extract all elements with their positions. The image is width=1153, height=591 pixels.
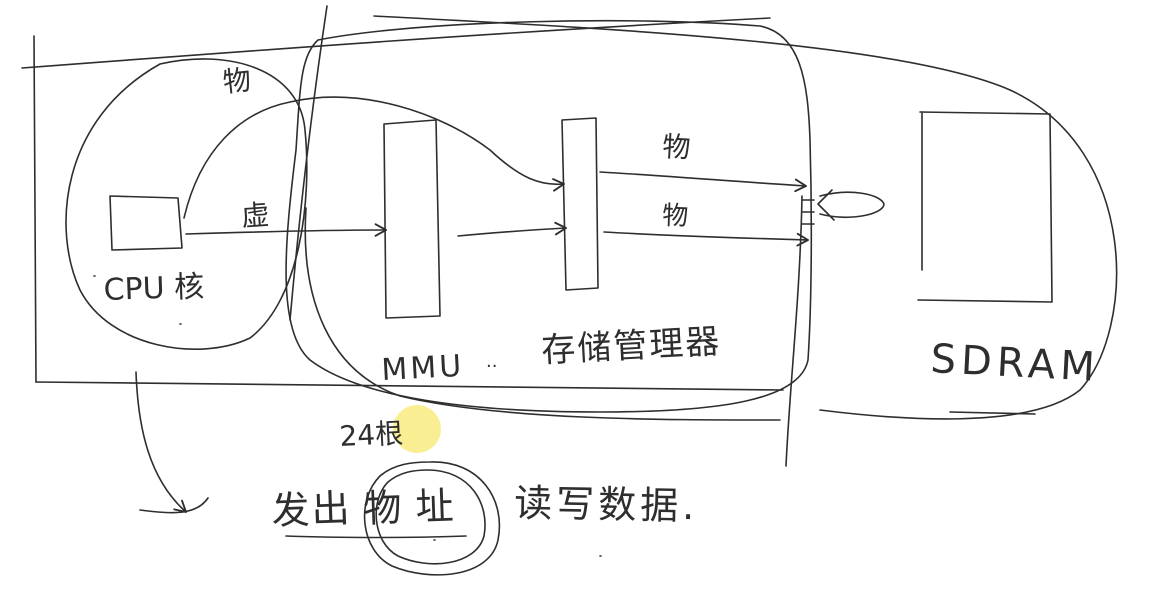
cpu-down-arrow — [135, 371, 187, 513]
cpu-core-box — [109, 195, 183, 251]
virtual-address-arrow — [185, 223, 387, 237]
label-sdram: SDRAM — [929, 336, 1100, 391]
address-underline — [285, 535, 467, 539]
cpu-core-outline — [65, 58, 308, 350]
label-storage-manager: 存储管理器 — [540, 322, 722, 371]
label-mmu-separator: ·· — [486, 356, 497, 377]
chip-boundary-left — [33, 35, 37, 383]
label-virtual: 虚 — [240, 198, 270, 233]
label-cpu-core: CPU 核 — [103, 270, 205, 308]
label-send: 发出 — [271, 486, 353, 533]
storage-manager-box — [561, 117, 599, 291]
chip-boundary-top — [21, 17, 771, 69]
label-bit-count: 24根 — [339, 417, 404, 453]
label-physical-upper: 物 — [662, 130, 692, 164]
label-read-write-data: 读写数据. — [514, 481, 699, 528]
physical-arrow-top — [599, 171, 807, 193]
sdram-box — [917, 111, 1053, 303]
sketch-canvas: CPU 核 虚 物 物 物 MMU ·· 存储管理器 SDRAM 24根 发出 … — [21, 5, 1118, 576]
mmu-box — [383, 119, 441, 319]
bus-line-right — [785, 195, 803, 467]
bus-tick-marks — [801, 199, 815, 225]
physical-arrow-bottom — [603, 231, 809, 247]
label-address: 物址 — [363, 483, 468, 531]
bidirectional-arrow — [817, 189, 885, 221]
label-physical-top-left: 物 — [221, 63, 252, 99]
mmu-to-manager-arrow — [457, 221, 567, 237]
whiteboard: CPU 核 虚 物 物 物 MMU ·· 存储管理器 SDRAM 24根 发出 … — [0, 0, 1153, 591]
label-mmu: MMU — [381, 349, 465, 388]
label-physical-lower: 物 — [662, 201, 689, 232]
